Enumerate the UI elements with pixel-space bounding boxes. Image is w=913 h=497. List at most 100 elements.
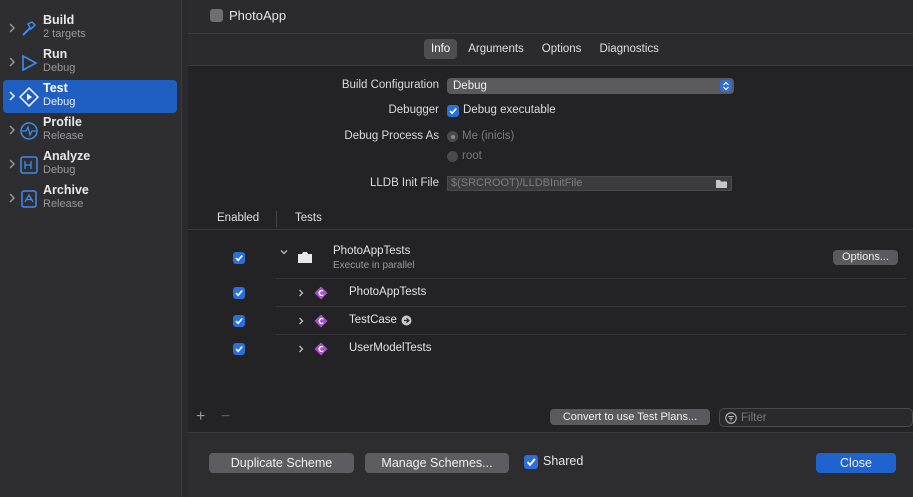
sidebar-item-label: Analyze bbox=[43, 149, 91, 163]
analyze-icon bbox=[20, 156, 38, 174]
column-enabled[interactable]: Enabled bbox=[217, 212, 259, 224]
chevron-right-icon[interactable] bbox=[7, 56, 17, 68]
sidebar-item-label: Run bbox=[43, 47, 68, 61]
checkmark-icon bbox=[235, 289, 243, 297]
sidebar-item-test[interactable]: Test Debug bbox=[3, 80, 177, 113]
select-stepper-icon bbox=[720, 80, 732, 92]
column-tests[interactable]: Tests bbox=[295, 212, 322, 224]
test-class-name: TestCase bbox=[349, 314, 397, 326]
process-root-radio[interactable] bbox=[447, 151, 458, 162]
sidebar-item-label: Build bbox=[43, 13, 75, 27]
manage-schemes-button[interactable]: Manage Schemes... bbox=[365, 453, 509, 473]
class-badge-icon: C bbox=[314, 286, 328, 300]
lldb-init-file-label: LLDB Init File bbox=[369, 177, 439, 189]
close-button[interactable]: Close bbox=[816, 453, 896, 473]
chevron-right-icon[interactable] bbox=[7, 158, 17, 170]
test-class-name: UserModelTests bbox=[349, 342, 432, 354]
sidebar-item-subtitle: 2 targets bbox=[43, 28, 86, 40]
checkmark-icon bbox=[235, 317, 243, 325]
remove-test-button[interactable]: − bbox=[221, 408, 230, 426]
lldb-init-file-placeholder: $(SRCROOT)/LLDBInitFile bbox=[451, 177, 583, 189]
class-badge-icon: C bbox=[314, 342, 328, 356]
svg-text:C: C bbox=[318, 345, 324, 354]
test-target-enabled-checkbox[interactable] bbox=[233, 252, 245, 264]
test-bundle-icon bbox=[298, 252, 312, 263]
class-badge-icon: C bbox=[314, 314, 328, 328]
sidebar-item-profile[interactable]: Profile Release bbox=[3, 114, 177, 147]
build-configuration-label: Build Configuration bbox=[341, 79, 439, 91]
tab-options[interactable]: Options bbox=[535, 39, 589, 59]
debug-executable-checkbox[interactable] bbox=[447, 105, 459, 117]
play-icon bbox=[22, 54, 38, 72]
test-class-enabled-checkbox[interactable] bbox=[233, 315, 245, 327]
scheme-target: PhotoApp bbox=[210, 6, 286, 24]
chevron-right-icon[interactable] bbox=[7, 124, 17, 136]
app-icon bbox=[210, 8, 223, 22]
test-target-name: PhotoAppTests bbox=[333, 245, 411, 257]
filter-field[interactable] bbox=[719, 408, 913, 427]
process-root-label: root bbox=[462, 150, 482, 162]
chevron-right-icon[interactable] bbox=[297, 345, 305, 353]
sheet-footer: Duplicate Scheme Manage Schemes... Share… bbox=[188, 432, 913, 497]
test-diamond-icon bbox=[19, 87, 39, 107]
svg-text:C: C bbox=[318, 289, 324, 298]
checkmark-icon bbox=[526, 458, 536, 467]
checkmark-icon bbox=[235, 254, 243, 262]
sidebar-item-subtitle: Release bbox=[43, 198, 84, 210]
test-options-button[interactable]: Options... bbox=[833, 250, 898, 265]
filter-input[interactable] bbox=[741, 411, 901, 425]
test-class-row[interactable]: C PhotoAppTests bbox=[188, 279, 913, 307]
test-class-enabled-checkbox[interactable] bbox=[233, 343, 245, 355]
sidebar-item-analyze[interactable]: Analyze Debug bbox=[3, 148, 177, 181]
debug-process-as-label: Debug Process As bbox=[344, 130, 439, 142]
duplicate-scheme-button[interactable]: Duplicate Scheme bbox=[209, 453, 354, 473]
tab-diagnostics[interactable]: Diagnostics bbox=[592, 39, 665, 59]
scheme-actions-sidebar: Build 2 targets Run Debug Test Debug Pro… bbox=[0, 0, 182, 497]
svg-text:C: C bbox=[318, 317, 324, 326]
sidebar-item-build[interactable]: Build 2 targets bbox=[3, 12, 177, 45]
lldb-init-file-field[interactable]: $(SRCROOT)/LLDBInitFile bbox=[447, 176, 732, 191]
sidebar-item-label: Archive bbox=[43, 183, 89, 197]
test-target-subtitle: Execute in parallel bbox=[333, 260, 415, 271]
divider bbox=[188, 33, 913, 34]
add-test-button[interactable]: + bbox=[196, 408, 205, 426]
chevron-down-icon[interactable] bbox=[280, 248, 288, 256]
shared-label: Shared bbox=[543, 454, 584, 468]
tab-bar: Info Arguments Options Diagnostics bbox=[424, 39, 666, 59]
tests-table-header: Enabled Tests bbox=[188, 208, 913, 230]
chevron-right-icon[interactable] bbox=[7, 22, 17, 34]
debug-executable-label: Debug executable bbox=[463, 104, 556, 116]
test-target-row[interactable]: PhotoAppTests Execute in parallel bbox=[188, 242, 913, 276]
chevron-right-icon[interactable] bbox=[7, 192, 17, 204]
chevron-right-icon[interactable] bbox=[7, 90, 17, 102]
chevron-right-icon[interactable] bbox=[297, 289, 305, 297]
chevron-right-icon[interactable] bbox=[297, 317, 305, 325]
test-class-row[interactable]: C UserModelTests bbox=[188, 335, 913, 363]
column-divider bbox=[276, 211, 277, 227]
convert-to-test-plans-button[interactable]: Convert to use Test Plans... bbox=[550, 409, 710, 425]
archive-icon bbox=[21, 190, 37, 208]
sidebar-item-label: Profile bbox=[43, 115, 82, 129]
jump-to-source-arrow-icon[interactable] bbox=[401, 315, 412, 326]
test-class-row[interactable]: C TestCase bbox=[188, 307, 913, 335]
folder-icon[interactable] bbox=[715, 178, 728, 189]
build-configuration-select[interactable]: Debug bbox=[447, 78, 734, 94]
shared-checkbox[interactable] bbox=[524, 455, 538, 469]
sidebar-item-subtitle: Debug bbox=[43, 96, 76, 108]
sidebar-item-run[interactable]: Run Debug bbox=[3, 46, 177, 79]
process-me-radio[interactable] bbox=[447, 131, 458, 142]
build-configuration-value: Debug bbox=[453, 80, 487, 92]
sidebar-item-label: Test bbox=[43, 81, 68, 95]
test-class-enabled-checkbox[interactable] bbox=[233, 287, 245, 299]
instruments-icon bbox=[20, 122, 38, 140]
target-name: PhotoApp bbox=[229, 7, 287, 23]
sidebar-item-archive[interactable]: Archive Release bbox=[3, 182, 177, 215]
tab-arguments[interactable]: Arguments bbox=[461, 39, 531, 59]
sidebar-item-subtitle: Debug bbox=[43, 62, 76, 74]
hammer-icon bbox=[22, 21, 37, 36]
tab-info[interactable]: Info bbox=[424, 39, 458, 59]
test-class-name: PhotoAppTests bbox=[349, 286, 427, 298]
scheme-editor-main: PhotoApp Info Arguments Options Diagnost… bbox=[188, 0, 913, 497]
checkmark-icon bbox=[449, 107, 457, 115]
sidebar-item-subtitle: Debug bbox=[43, 164, 76, 176]
